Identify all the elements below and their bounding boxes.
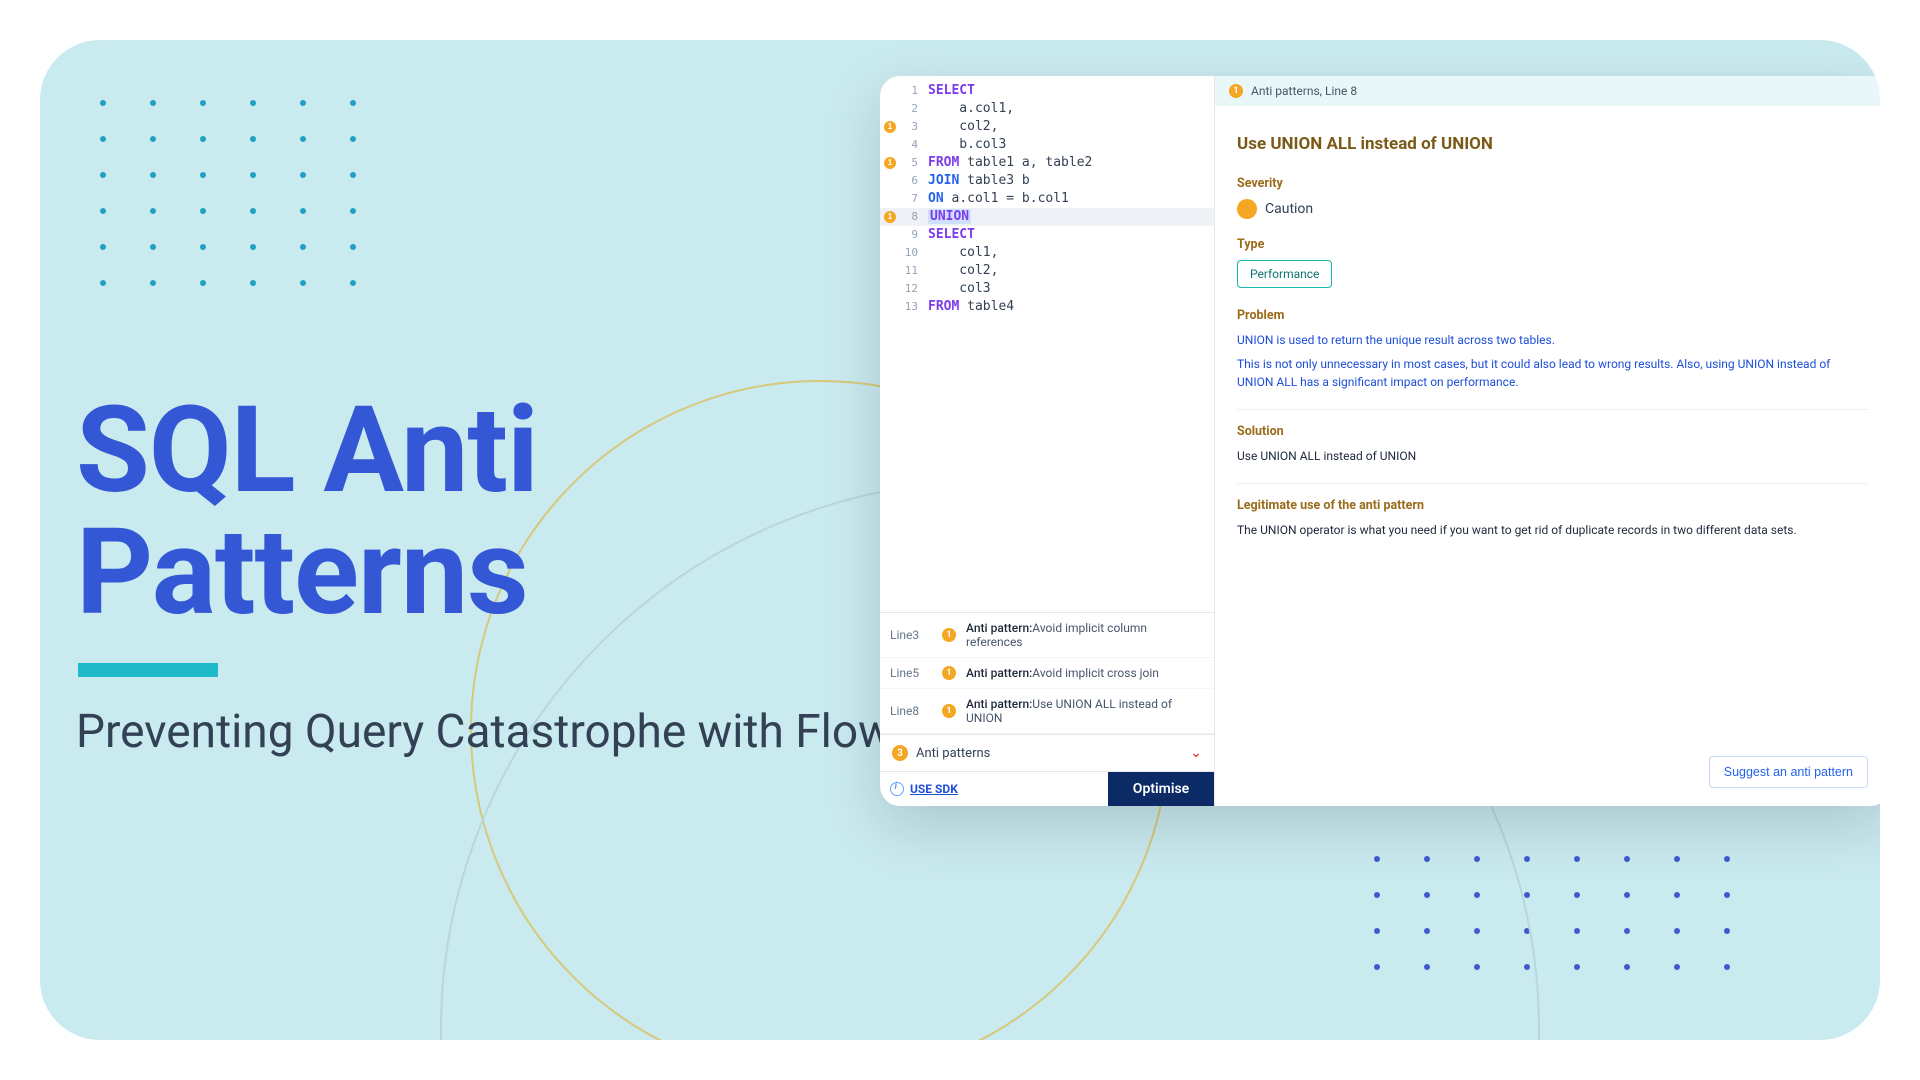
code-line[interactable]: 13FROM table4 [880, 298, 1214, 316]
solution-label: Solution [1237, 424, 1868, 439]
warning-icon: 1 [1229, 84, 1243, 98]
code-text: b.col3 [926, 136, 1214, 154]
use-sdk-label: USE SDK [910, 782, 958, 796]
code-line[interactable]: 2 a.col1, [880, 100, 1214, 118]
issues-summary-label: Anti patterns [916, 746, 990, 761]
gutter: 51 [880, 154, 926, 172]
code-text: a.col1, [926, 100, 1214, 118]
code-text: ON a.col1 = b.col1 [926, 190, 1214, 208]
detail-heading: Use UNION ALL instead of UNION [1237, 134, 1868, 154]
issue-count-badge: 3 [892, 745, 908, 761]
section-divider [1237, 483, 1868, 484]
warning-marker-icon[interactable]: 1 [884, 121, 896, 133]
code-line[interactable]: 81UNION [880, 208, 1214, 226]
issue-text: Anti pattern:Avoid implicit cross join [966, 666, 1204, 680]
code-text: col1, [926, 244, 1214, 262]
problem-paragraph-2: This is not only unnecessary in most cas… [1237, 355, 1868, 391]
hero-card: SQL Anti Patterns Preventing Query Catas… [40, 40, 1880, 1040]
issue-row[interactable]: Line3 1 Anti pattern:Avoid implicit column… [880, 613, 1214, 658]
problem-paragraph-1: UNION is used to return the unique resul… [1237, 331, 1868, 349]
severity-value: Caution [1265, 201, 1313, 217]
problem-label: Problem [1237, 308, 1868, 323]
title-line-1: SQL Anti [76, 381, 538, 521]
gutter: 7 [880, 190, 926, 208]
section-divider [1237, 409, 1868, 410]
code-line[interactable]: 1SELECT [880, 82, 1214, 100]
breadcrumb: 1 Anti patterns, Line 8 [1215, 76, 1880, 106]
left-pane: 1SELECT2 a.col1,31 col2,4 b.col351FROM t… [880, 76, 1215, 806]
gutter: 2 [880, 100, 926, 118]
type-chip[interactable]: Performance [1237, 260, 1332, 288]
gutter: 4 [880, 136, 926, 154]
legitimate-use-text: The UNION operator is what you need if y… [1237, 521, 1868, 539]
code-text: JOIN table3 b [926, 172, 1214, 190]
code-line[interactable]: 4 b.col3 [880, 136, 1214, 154]
analyser-panel: 1SELECT2 a.col1,31 col2,4 b.col351FROM t… [880, 76, 1880, 806]
code-text: UNION [926, 208, 1214, 226]
code-text: FROM table1 a, table2 [926, 154, 1214, 172]
gutter: 11 [880, 262, 926, 280]
severity-label: Severity [1237, 176, 1868, 191]
gutter: 1 [880, 82, 926, 100]
code-line[interactable]: 31 col2, [880, 118, 1214, 136]
code-text: SELECT [926, 226, 1214, 244]
issue-text: Anti pattern:Avoid implicit column refer… [966, 621, 1204, 649]
suggest-anti-pattern-button[interactable]: Suggest an anti pattern [1709, 756, 1868, 788]
issue-line-number: Line8 [890, 704, 932, 718]
code-text: col2, [926, 118, 1214, 136]
legitimate-use-label: Legitimate use of the anti pattern [1237, 498, 1868, 513]
issue-row[interactable]: Line8 1 Anti pattern:Use UNION ALL instead… [880, 689, 1214, 734]
dot-grid-top-left [100, 100, 356, 286]
code-line[interactable]: 10 col1, [880, 244, 1214, 262]
code-text: SELECT [926, 82, 1214, 100]
sql-editor[interactable]: 1SELECT2 a.col1,31 col2,4 b.col351FROM t… [880, 76, 1214, 612]
code-line[interactable]: 51FROM table1 a, table2 [880, 154, 1214, 172]
gutter: 6 [880, 172, 926, 190]
issues-summary[interactable]: 3 Anti patterns ⌄ [880, 734, 1214, 771]
severity-dot-icon [1237, 199, 1257, 219]
warning-marker-icon[interactable]: 1 [884, 157, 896, 169]
code-line[interactable]: 12 col3 [880, 280, 1214, 298]
warning-icon: 1 [942, 666, 956, 680]
gutter: 31 [880, 118, 926, 136]
gutter: 13 [880, 298, 926, 316]
accent-bar [78, 663, 218, 677]
warning-marker-icon[interactable]: 1 [884, 211, 896, 223]
gutter: 9 [880, 226, 926, 244]
code-text: col3 [926, 280, 1214, 298]
optimise-button[interactable]: Optimise [1108, 772, 1214, 806]
issue-row[interactable]: Line5 1 Anti pattern:Avoid implicit cross … [880, 658, 1214, 689]
code-line[interactable]: 6JOIN table3 b [880, 172, 1214, 190]
issue-line-number: Line3 [890, 628, 932, 642]
issue-list: Line3 1 Anti pattern:Avoid implicit column… [880, 612, 1214, 734]
issue-text: Anti pattern:Use UNION ALL instead of UN… [966, 697, 1204, 725]
solution-text: Use UNION ALL instead of UNION [1237, 447, 1868, 465]
warning-icon: 1 [942, 704, 956, 718]
code-line[interactable]: 7ON a.col1 = b.col1 [880, 190, 1214, 208]
gutter: 10 [880, 244, 926, 262]
code-text: FROM table4 [926, 298, 1214, 316]
code-line[interactable]: 11 col2, [880, 262, 1214, 280]
warning-icon: 1 [942, 628, 956, 642]
title-line-2: Patterns [76, 503, 528, 643]
info-icon [890, 782, 904, 796]
issue-line-number: Line5 [890, 666, 932, 680]
type-label: Type [1237, 237, 1868, 252]
use-sdk-link[interactable]: USE SDK [880, 772, 1108, 806]
breadcrumb-text: Anti patterns, Line 8 [1251, 84, 1357, 98]
code-text: col2, [926, 262, 1214, 280]
gutter: 81 [880, 208, 926, 226]
gutter: 12 [880, 280, 926, 298]
code-line[interactable]: 9SELECT [880, 226, 1214, 244]
detail-pane: 1 Anti patterns, Line 8 Use UNION ALL in… [1215, 76, 1880, 806]
chevron-down-icon: ⌄ [1190, 745, 1202, 761]
